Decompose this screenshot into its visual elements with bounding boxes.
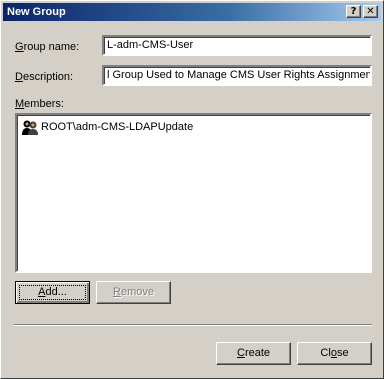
new-group-dialog: New Group ? ✕ Group name: L-adm-CMS-User… [0,0,384,379]
close-window-button[interactable]: ✕ [363,5,378,18]
members-label: Members: [15,98,64,110]
description-label: Description: [15,71,74,83]
help-icon: ? [350,6,357,17]
description-input[interactable]: l Group Used to Manage CMS User Rights A… [102,65,372,86]
close-button[interactable]: Close [297,342,372,365]
title-bar[interactable]: New Group ? ✕ [3,3,381,21]
help-button[interactable]: ? [346,5,361,18]
add-button[interactable]: Add... [15,281,90,304]
group-icon [22,120,38,135]
member-name: ROOT\adm-CMS-LDAPUpdate [41,121,194,133]
remove-button[interactable]: Remove [96,281,171,304]
close-icon: ✕ [366,6,375,17]
window-title: New Group [7,6,66,18]
separator [14,324,372,326]
group-name-input[interactable]: L-adm-CMS-User [102,35,372,56]
create-button[interactable]: Create [216,342,291,365]
members-list[interactable]: ROOT\adm-CMS-LDAPUpdate [15,113,372,273]
group-name-label: Group name: [15,41,80,53]
list-item[interactable]: ROOT\adm-CMS-LDAPUpdate [21,119,193,135]
